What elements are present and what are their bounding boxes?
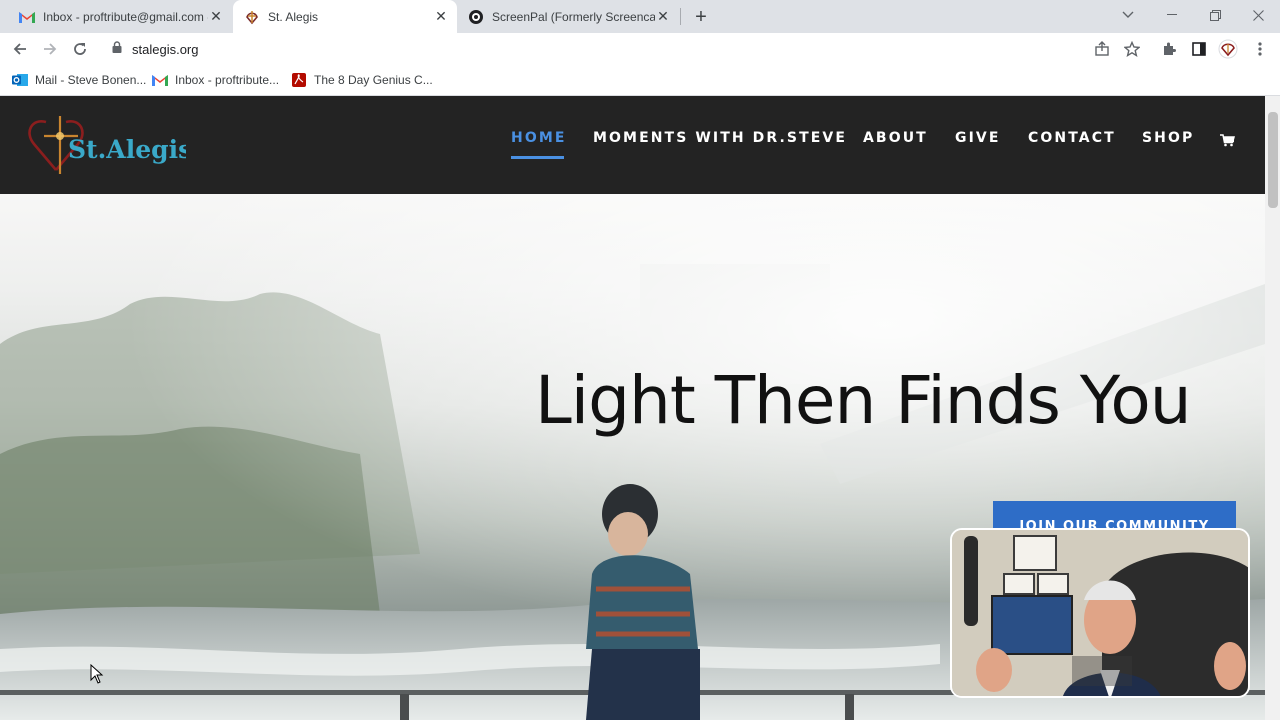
bookmark-mail[interactable]: Mail - Steve Bonen... [12,70,146,90]
bookmark-label: Mail - Steve Bonen... [35,73,147,87]
bookmark-gmail-inbox[interactable]: Inbox - proftribute... [152,70,279,90]
nav-give[interactable]: GIVE [955,130,1001,146]
profile-avatar-icon[interactable] [1218,39,1238,59]
nav-moments-with-dr-steve[interactable]: MOMENTS WITH DR.STEVE [593,130,847,146]
close-tab-icon[interactable]: ✕ [655,8,671,25]
back-button[interactable] [7,36,33,62]
bookmarks-bar: Mail - Steve Bonen... Inbox - proftribut… [0,65,1280,96]
gmail-icon [19,9,35,25]
close-tab-icon[interactable]: ✕ [208,8,224,25]
tab-st-alegis[interactable]: St. Alegis ✕ [233,0,457,33]
close-tab-icon[interactable]: ✕ [433,8,449,25]
forward-button[interactable] [37,36,63,62]
lock-icon[interactable] [112,40,122,58]
restore-button[interactable] [1193,0,1237,30]
nav-shop[interactable]: SHOP [1142,130,1194,146]
nav-home[interactable]: HOME [511,130,567,146]
url-text: stalegis.org [132,41,199,57]
tab-separator [680,8,681,25]
menu-icon[interactable] [1250,39,1270,59]
pdf-icon [291,72,307,88]
bookmark-label: Inbox - proftribute... [175,73,280,87]
tab-gmail-inbox[interactable]: Inbox - proftribute@gmail.com - ✕ [8,0,232,33]
minimize-button[interactable] [1150,0,1194,30]
webcam-overlay[interactable] [950,528,1250,698]
nav-contact[interactable]: CONTACT [1028,130,1116,146]
tab-strip: Inbox - proftribute@gmail.com - ✕ St. Al… [0,0,1280,33]
cart-icon[interactable] [1220,134,1235,152]
tab-search-icon[interactable] [1106,0,1150,30]
close-window-button[interactable] [1236,0,1280,30]
site-logo[interactable]: St.Alegis [26,114,192,176]
extensions-icon[interactable] [1159,39,1179,59]
nav-about[interactable]: ABOUT [863,130,928,146]
gmail-icon [152,72,168,88]
st-alegis-favicon [244,9,260,25]
browser-toolbar: stalegis.org [0,33,1280,65]
tab-screenpal[interactable]: ScreenPal (Formerly Screencast-O ✕ [457,0,679,33]
bookmark-8-day-genius[interactable]: The 8 Day Genius C... [291,70,433,90]
tab-title: St. Alegis [268,9,319,24]
logo-text: St.Alegis [68,135,186,164]
address-bar[interactable]: stalegis.org [104,35,1150,63]
screenpal-icon [468,9,484,25]
share-icon[interactable] [1092,39,1112,59]
nav-active-underline [511,156,564,159]
tab-title: ScreenPal (Formerly Screencast-O [492,9,655,24]
bookmark-label: The 8 Day Genius C... [314,73,433,87]
side-panel-icon[interactable] [1189,39,1209,59]
outlook-icon [12,72,28,88]
reload-button[interactable] [67,36,93,62]
tab-title: Inbox - proftribute@gmail.com - [43,9,208,24]
new-tab-button[interactable]: + [690,6,712,28]
hero-headline: Light Then Finds You [535,362,1192,439]
webcam-presenter-image [952,530,1248,696]
page-scrollbar-thumb[interactable] [1268,112,1278,208]
mouse-cursor-icon [90,664,104,684]
bookmark-star-icon[interactable] [1122,39,1142,59]
site-header: St.Alegis HOME MOMENTS WITH DR.STEVE ABO… [0,96,1265,194]
